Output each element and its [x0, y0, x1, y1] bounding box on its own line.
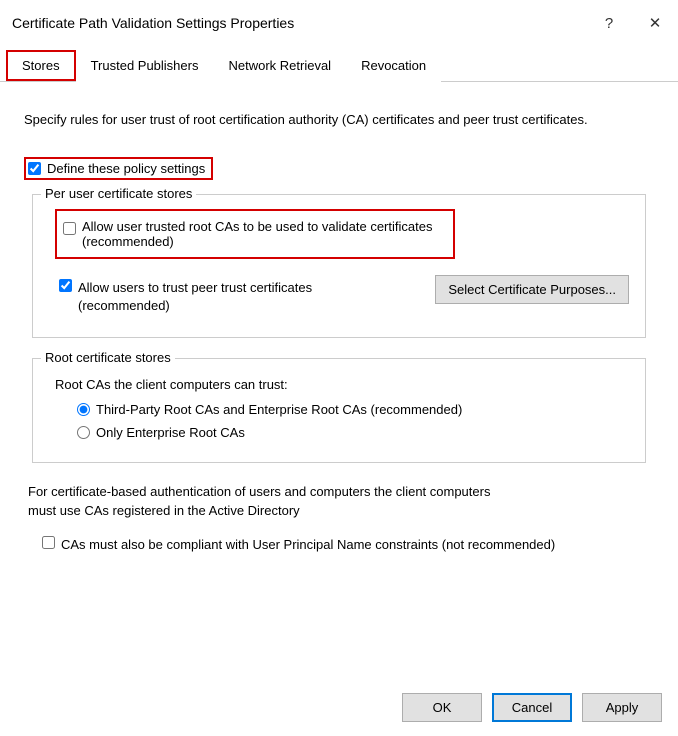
third-party-root-radio[interactable] [77, 403, 90, 416]
tab-network-retrieval[interactable]: Network Retrieval [213, 51, 346, 82]
apply-button[interactable]: Apply [582, 693, 662, 722]
ad-note-text: For certificate-based authentication of … [28, 483, 508, 519]
define-policy-label: Define these policy settings [47, 161, 205, 176]
allow-peer-trust-checkbox[interactable] [59, 279, 72, 292]
upn-compliant-label: CAs must also be compliant with User Pri… [61, 536, 555, 554]
root-stores-group: Root certificate stores Root CAs the cli… [32, 358, 646, 463]
tab-revocation[interactable]: Revocation [346, 51, 441, 82]
root-stores-subhead: Root CAs the client computers can trust: [55, 377, 629, 392]
define-policy-row: Define these policy settings [24, 157, 213, 180]
third-party-root-label: Third-Party Root CAs and Enterprise Root… [96, 402, 462, 417]
cancel-button[interactable]: Cancel [492, 693, 572, 722]
help-button[interactable]: ? [586, 8, 632, 38]
tab-trusted-publishers[interactable]: Trusted Publishers [76, 51, 214, 82]
allow-user-trusted-checkbox[interactable] [63, 222, 76, 235]
tab-bar: Stores Trusted Publishers Network Retrie… [0, 50, 678, 82]
per-user-stores-legend: Per user certificate stores [41, 186, 196, 201]
per-user-stores-group: Per user certificate stores Allow user t… [32, 194, 646, 338]
allow-user-trusted-row: Allow user trusted root CAs to be used t… [55, 209, 455, 259]
window-title: Certificate Path Validation Settings Pro… [12, 15, 586, 31]
ok-button[interactable]: OK [402, 693, 482, 722]
allow-peer-trust-label: Allow users to trust peer trust certific… [78, 279, 359, 315]
only-enterprise-root-label: Only Enterprise Root CAs [96, 425, 245, 440]
root-stores-legend: Root certificate stores [41, 350, 175, 365]
define-policy-checkbox[interactable] [28, 162, 41, 175]
close-button[interactable]: ✕ [632, 8, 678, 38]
select-certificate-purposes-button[interactable]: Select Certificate Purposes... [435, 275, 629, 304]
intro-text: Specify rules for user trust of root cer… [24, 112, 654, 127]
allow-user-trusted-label: Allow user trusted root CAs to be used t… [82, 219, 447, 249]
upn-compliant-checkbox[interactable] [42, 536, 55, 549]
only-enterprise-root-radio[interactable] [77, 426, 90, 439]
tab-stores[interactable]: Stores [6, 50, 76, 81]
